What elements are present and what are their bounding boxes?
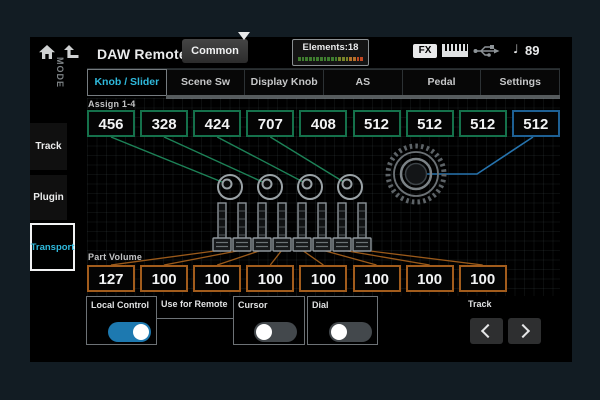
sidebar-item-track[interactable]: Track [30, 123, 67, 170]
tab-pedal[interactable]: Pedal [403, 69, 482, 96]
use-for-remote-divider [157, 318, 233, 319]
elements-level-meter [298, 57, 363, 61]
tempo-value: 89 [525, 43, 539, 58]
tab-display-knob[interactable]: Display Knob [245, 69, 324, 96]
toggle-knob [256, 324, 272, 340]
sidebar-item-plugin[interactable]: Plugin [30, 175, 67, 220]
elements-meter-box[interactable]: Elements:18 [292, 39, 369, 66]
elements-label: Elements:18 [293, 42, 368, 53]
slider-3[interactable] [253, 203, 271, 251]
cursor-label: Cursor [238, 300, 268, 310]
tempo-note-icon: ♩ [513, 42, 519, 56]
assign-value-3[interactable]: 424 [193, 110, 241, 137]
assign-value-5[interactable]: 408 [299, 110, 347, 137]
slider-2[interactable] [233, 203, 251, 251]
part-volume-value-6[interactable]: 100 [353, 265, 401, 292]
dial-label: Dial [312, 300, 329, 310]
part-volume-value-4[interactable]: 100 [246, 265, 294, 292]
use-for-remote-label: Use for Remote [161, 299, 228, 309]
exit-up-icon[interactable] [64, 45, 79, 59]
tab-as[interactable]: AS [324, 69, 403, 96]
page-title: DAW Remote [97, 46, 187, 62]
dropdown-arrow-icon [238, 32, 250, 40]
part-volume-value-1[interactable]: 127 [87, 265, 135, 292]
dial-toggle[interactable] [329, 322, 372, 342]
usb-icon [473, 44, 500, 58]
local-control-label: Local Control [91, 300, 149, 310]
assign-value-8[interactable]: 512 [459, 110, 507, 137]
cursor-cell: Cursor [233, 296, 305, 345]
chevron-right-icon [516, 324, 530, 338]
device-frame: DAW Remote Common Elements:18 FX ♩ 89 MO… [0, 0, 600, 400]
local-control-cell: Local Control [86, 296, 157, 345]
fx-indicator-icon: FX [413, 44, 437, 58]
assign-value-1[interactable]: 456 [87, 110, 135, 137]
toggle-knob [133, 324, 149, 340]
part-select-button[interactable]: Common [182, 39, 248, 63]
slider-6[interactable] [313, 203, 331, 251]
track-label: Track [468, 299, 492, 309]
screen: DAW Remote Common Elements:18 FX ♩ 89 MO… [30, 37, 572, 362]
assign-value-6[interactable]: 512 [353, 110, 401, 137]
part-volume-value-3[interactable]: 100 [193, 265, 241, 292]
tab-knob-slider[interactable]: Knob / Slider [87, 69, 167, 96]
slider-7[interactable] [333, 203, 351, 251]
sidebar-item-transport[interactable]: Transport [30, 223, 75, 271]
slider-4[interactable] [273, 203, 291, 251]
part-volume-value-7[interactable]: 100 [406, 265, 454, 292]
assign-value-7[interactable]: 512 [406, 110, 454, 137]
cursor-toggle[interactable] [254, 322, 297, 342]
local-control-toggle[interactable] [108, 322, 151, 342]
tab-settings[interactable]: Settings [481, 69, 560, 96]
part-volume-value-2[interactable]: 100 [140, 265, 188, 292]
assign-value-2[interactable]: 328 [140, 110, 188, 137]
assign-value-4[interactable]: 707 [246, 110, 294, 137]
toggle-knob [331, 324, 347, 340]
slider-1[interactable] [213, 203, 231, 251]
home-icon[interactable] [39, 45, 55, 59]
mode-label: MODE [55, 57, 65, 83]
tab-scene-sw[interactable]: Scene Sw [167, 69, 246, 96]
dial-cell: Dial [307, 296, 378, 345]
track-prev-button[interactable] [470, 318, 503, 344]
slider-8[interactable] [353, 203, 371, 251]
keyboard-icon [442, 44, 468, 57]
part-volume-value-8[interactable]: 100 [459, 265, 507, 292]
slider-5[interactable] [293, 203, 311, 251]
part-volume-value-5[interactable]: 100 [299, 265, 347, 292]
chevron-left-icon [481, 324, 495, 338]
assign-value-9[interactable]: 512 [512, 110, 560, 137]
part-volume-label: Part Volume [88, 252, 142, 262]
track-next-button[interactable] [508, 318, 541, 344]
tab-bar: Knob / SliderScene SwDisplay KnobASPedal… [87, 68, 560, 96]
